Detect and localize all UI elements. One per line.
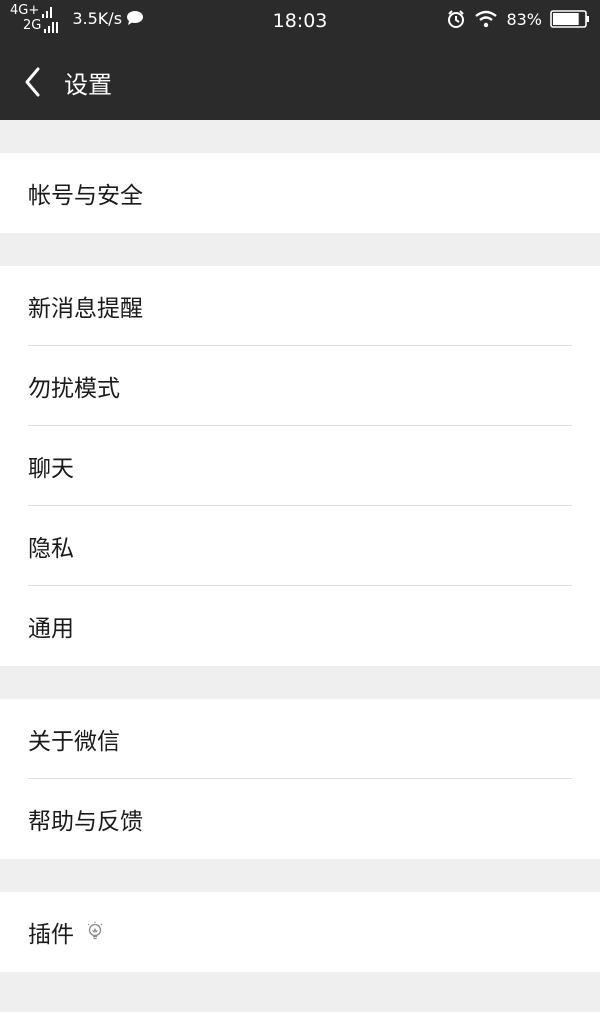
status-bar: 4G+ 2G 3.5K/s 18:03 83% <box>0 0 600 44</box>
settings-item-label: 通用 <box>28 616 74 642</box>
back-button[interactable] <box>8 44 58 120</box>
section-gap <box>0 120 600 153</box>
title-bar: 设置 <box>0 44 600 120</box>
section-gap <box>0 666 600 699</box>
settings-item-about-wechat[interactable]: 关于微信 <box>0 699 600 779</box>
settings-item-help-feedback[interactable]: 帮助与反馈 <box>0 779 600 859</box>
settings-item-chat[interactable]: 聊天 <box>0 426 600 506</box>
settings-item-label: 帐号与安全 <box>28 183 143 209</box>
settings-item-plugins[interactable]: 插件 <box>0 892 600 972</box>
clock: 18:03 <box>272 10 328 32</box>
alarm-clock-icon <box>448 10 465 28</box>
settings-item-label: 隐私 <box>28 536 74 562</box>
battery-percent: 83% <box>506 9 542 29</box>
chevron-left-icon <box>25 67 40 97</box>
settings-group-preferences: 新消息提醒 勿扰模式 聊天 隐私 通用 <box>0 266 600 666</box>
lightbulb-icon <box>87 921 103 940</box>
settings-item-label: 聊天 <box>28 456 74 482</box>
section-gap <box>0 233 600 266</box>
settings-item-do-not-disturb[interactable]: 勿扰模式 <box>0 346 600 426</box>
battery-icon <box>550 10 589 28</box>
signal-bars-icon <box>44 22 59 33</box>
page-title: 设置 <box>64 70 112 99</box>
settings-item-general[interactable]: 通用 <box>0 586 600 666</box>
settings-item-label: 插件 <box>28 922 74 948</box>
settings-item-label: 新消息提醒 <box>28 296 143 322</box>
network-indicator: 4G+ 2G <box>10 3 59 33</box>
signal-bars-icon <box>42 7 53 18</box>
settings-item-account-security[interactable]: 帐号与安全 <box>0 153 600 233</box>
settings-list: 帐号与安全 新消息提醒 勿扰模式 聊天 隐私 通用 关于微信 帮助与反馈 插件 <box>0 120 600 1012</box>
network-speed-label: 3.5K/s <box>72 8 123 28</box>
settings-item-privacy[interactable]: 隐私 <box>0 506 600 586</box>
settings-item-label: 关于微信 <box>28 729 120 755</box>
section-gap <box>0 972 600 1012</box>
section-gap <box>0 859 600 892</box>
chat-bubble-icon <box>127 11 144 25</box>
settings-group-account: 帐号与安全 <box>0 153 600 233</box>
wifi-icon <box>475 10 498 28</box>
settings-group-about: 关于微信 帮助与反馈 <box>0 699 600 859</box>
settings-item-new-message-alerts[interactable]: 新消息提醒 <box>0 266 600 346</box>
status-left: 4G+ 2G 3.5K/s <box>10 3 145 33</box>
network-speed: 3.5K/s <box>72 9 145 28</box>
settings-group-plugins: 插件 <box>0 892 600 972</box>
network-secondary-label: 2G <box>23 18 42 33</box>
settings-item-label: 勿扰模式 <box>28 376 120 402</box>
status-right: 83% <box>446 9 590 29</box>
network-primary-label: 4G+ <box>10 3 40 18</box>
settings-item-label: 帮助与反馈 <box>28 809 143 835</box>
